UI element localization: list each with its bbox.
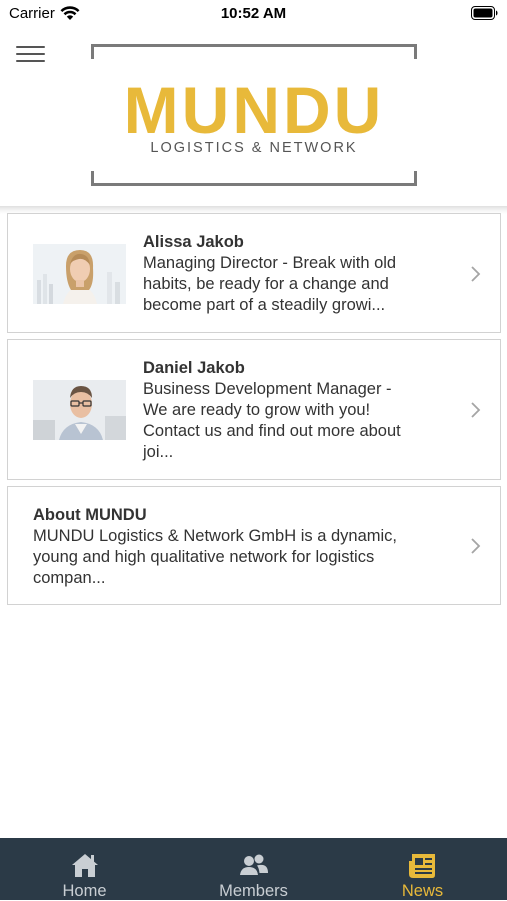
news-card-alissa[interactable]: Alissa Jakob Managing Director - Break w… [7, 213, 501, 333]
status-time: 10:52 AM [220, 5, 287, 22]
news-card-daniel[interactable]: Daniel Jakob Business Development Manage… [7, 339, 501, 480]
card-description: MUNDU Logistics & Network GmbH is a dyna… [33, 527, 397, 587]
news-icon [408, 854, 435, 878]
menu-button[interactable] [14, 42, 48, 66]
chevron-right-icon [471, 266, 481, 282]
hamburger-icon-line [16, 53, 45, 55]
tab-label: Home [62, 882, 107, 900]
battery-icon [471, 6, 498, 20]
card-description: Managing Director - Break with old habit… [143, 254, 397, 314]
tab-label: News [401, 882, 444, 900]
tab-bar: Home Members News [0, 838, 507, 900]
logo-subtitle: LOGISTICS & NETWORK [150, 140, 358, 156]
card-description: Business Development Manager - We are re… [143, 380, 401, 461]
tab-label: Members [219, 882, 288, 900]
card-title: Daniel Jakob [143, 359, 245, 377]
daniel-photo [33, 380, 126, 440]
news-card-about[interactable]: About MUNDU MUNDU Logistics & Network Gm… [7, 486, 501, 605]
tab-home[interactable]: Home [0, 838, 169, 900]
alissa-photo [33, 244, 126, 304]
members-icon [239, 854, 268, 875]
logo-title: MUNDU [123, 73, 385, 147]
card-title: Alissa Jakob [143, 233, 244, 251]
tab-news[interactable]: News [338, 838, 507, 900]
app-header: MUNDU LOGISTICS & NETWORK [0, 28, 507, 208]
hamburger-icon-line [16, 60, 45, 62]
tab-members[interactable]: Members [169, 838, 338, 900]
chevron-right-icon [471, 402, 481, 418]
hamburger-icon-line [16, 46, 45, 48]
chevron-right-icon [471, 538, 481, 554]
status-bar: Carrier 10:52 AM [0, 0, 507, 28]
home-icon [71, 854, 98, 877]
mundu-logo: MUNDU LOGISTICS & NETWORK [90, 44, 418, 186]
card-title: About MUNDU [33, 506, 147, 524]
